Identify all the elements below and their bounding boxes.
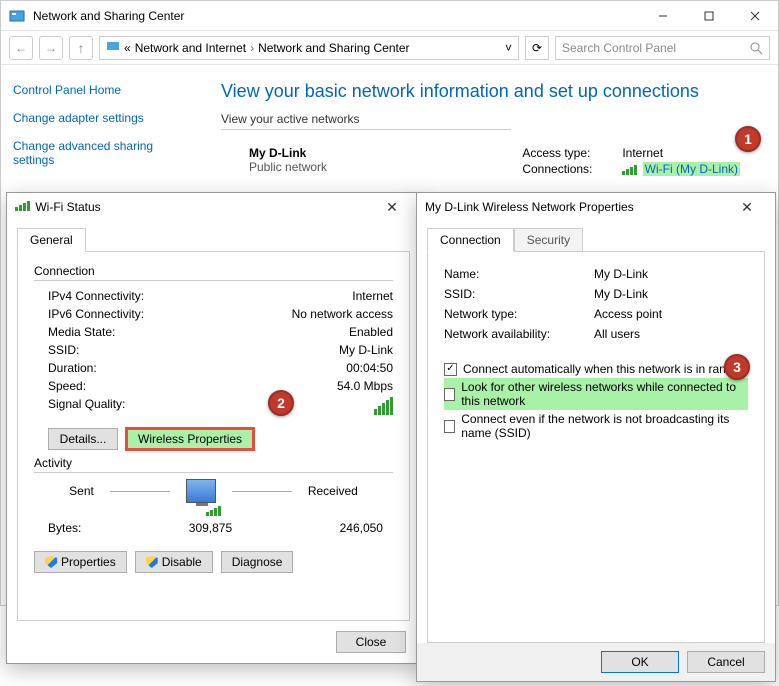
control-panel-home-link[interactable]: Control Panel Home — [13, 83, 189, 97]
titlebar: Network and Sharing Center — [1, 1, 778, 31]
close-button[interactable]: Close — [336, 631, 406, 653]
breadcrumb-item[interactable]: Network and Internet — [135, 41, 246, 55]
cancel-button[interactable]: Cancel — [687, 651, 765, 673]
active-networks-subhead: View your active networks — [221, 112, 758, 126]
window-title: Network and Sharing Center — [33, 9, 640, 23]
close-icon[interactable]: ✕ — [727, 199, 767, 216]
group-connection: Connection — [34, 264, 393, 278]
tab-security[interactable]: Security — [514, 228, 583, 252]
ok-button[interactable]: OK — [601, 651, 679, 673]
bytes-received: 246,050 — [340, 521, 383, 535]
details-button[interactable]: Details... — [48, 428, 118, 450]
signal-icon — [622, 164, 637, 178]
checkbox-icon — [444, 363, 457, 376]
activity-signal-icon — [206, 506, 221, 516]
annotation-badge-1: 1 — [735, 126, 761, 152]
checkbox-auto-connect[interactable]: Connect automatically when this network … — [444, 360, 748, 378]
address-bar[interactable]: « Network and Internet › Network and Sha… — [99, 36, 519, 60]
checkbox-icon — [444, 420, 455, 433]
dialog-title: My D-Link Wireless Network Properties — [425, 200, 634, 214]
diagnose-button[interactable]: Diagnose — [221, 551, 294, 573]
network-name: My D-Link — [249, 146, 327, 160]
up-button[interactable]: ↑ — [69, 36, 93, 60]
sidebar-link-adapter[interactable]: Change adapter settings — [13, 111, 189, 125]
disable-button[interactable]: Disable — [135, 551, 213, 573]
properties-button[interactable]: Properties — [34, 551, 127, 573]
activity-monitor-icon — [186, 479, 216, 503]
refresh-button[interactable]: ⟳ — [525, 36, 549, 60]
wifi-status-dialog: Wi-Fi Status ✕ General Connection IPv4 C… — [6, 192, 421, 664]
control-panel-icon — [9, 8, 25, 24]
network-type: Public network — [249, 160, 327, 174]
access-type-value: Internet — [622, 146, 663, 160]
signal-icon — [15, 200, 30, 214]
bytes-sent: 309,875 — [189, 521, 232, 535]
minimize-button[interactable] — [640, 1, 686, 31]
maximize-button[interactable] — [686, 1, 732, 31]
signal-quality-bars — [374, 397, 393, 418]
sent-label: Sent — [69, 484, 94, 498]
back-button[interactable]: ← — [9, 36, 33, 60]
checkbox-look-other-networks[interactable]: Look for other wireless networks while c… — [444, 378, 748, 410]
connection-link[interactable]: Wi-Fi (My D-Link) — [643, 162, 740, 176]
annotation-badge-3: 3 — [724, 354, 750, 380]
received-label: Received — [308, 484, 358, 498]
chevron-down-icon[interactable]: ˅ — [505, 41, 512, 55]
page-heading: View your basic network information and … — [221, 81, 758, 102]
connections-label: Connections: — [522, 162, 610, 178]
search-icon — [749, 41, 763, 55]
annotation-badge-2: 2 — [268, 390, 294, 416]
bytes-label: Bytes: — [48, 521, 81, 535]
wireless-properties-dialog: My D-Link Wireless Network Properties ✕ … — [416, 192, 776, 682]
forward-button[interactable]: → — [39, 36, 63, 60]
checkbox-icon — [444, 388, 455, 401]
access-type-label: Access type: — [522, 146, 610, 160]
wireless-properties-button[interactable]: Wireless Properties — [126, 428, 254, 450]
checkbox-connect-hidden[interactable]: Connect even if the network is not broad… — [444, 410, 748, 442]
toolbar: ← → ↑ « Network and Internet › Network a… — [1, 31, 778, 65]
dialog-title: Wi-Fi Status — [35, 200, 100, 214]
tab-general[interactable]: General — [17, 228, 86, 252]
tab-connection[interactable]: Connection — [427, 228, 514, 252]
search-input[interactable]: Search Control Panel — [555, 36, 770, 60]
sidebar-link-advanced-sharing[interactable]: Change advanced sharing settings — [13, 139, 189, 167]
close-button[interactable] — [732, 1, 778, 31]
close-icon[interactable]: ✕ — [372, 199, 412, 216]
control-panel-icon — [106, 39, 120, 56]
breadcrumb-item[interactable]: Network and Sharing Center — [258, 41, 409, 55]
group-activity: Activity — [34, 456, 393, 470]
